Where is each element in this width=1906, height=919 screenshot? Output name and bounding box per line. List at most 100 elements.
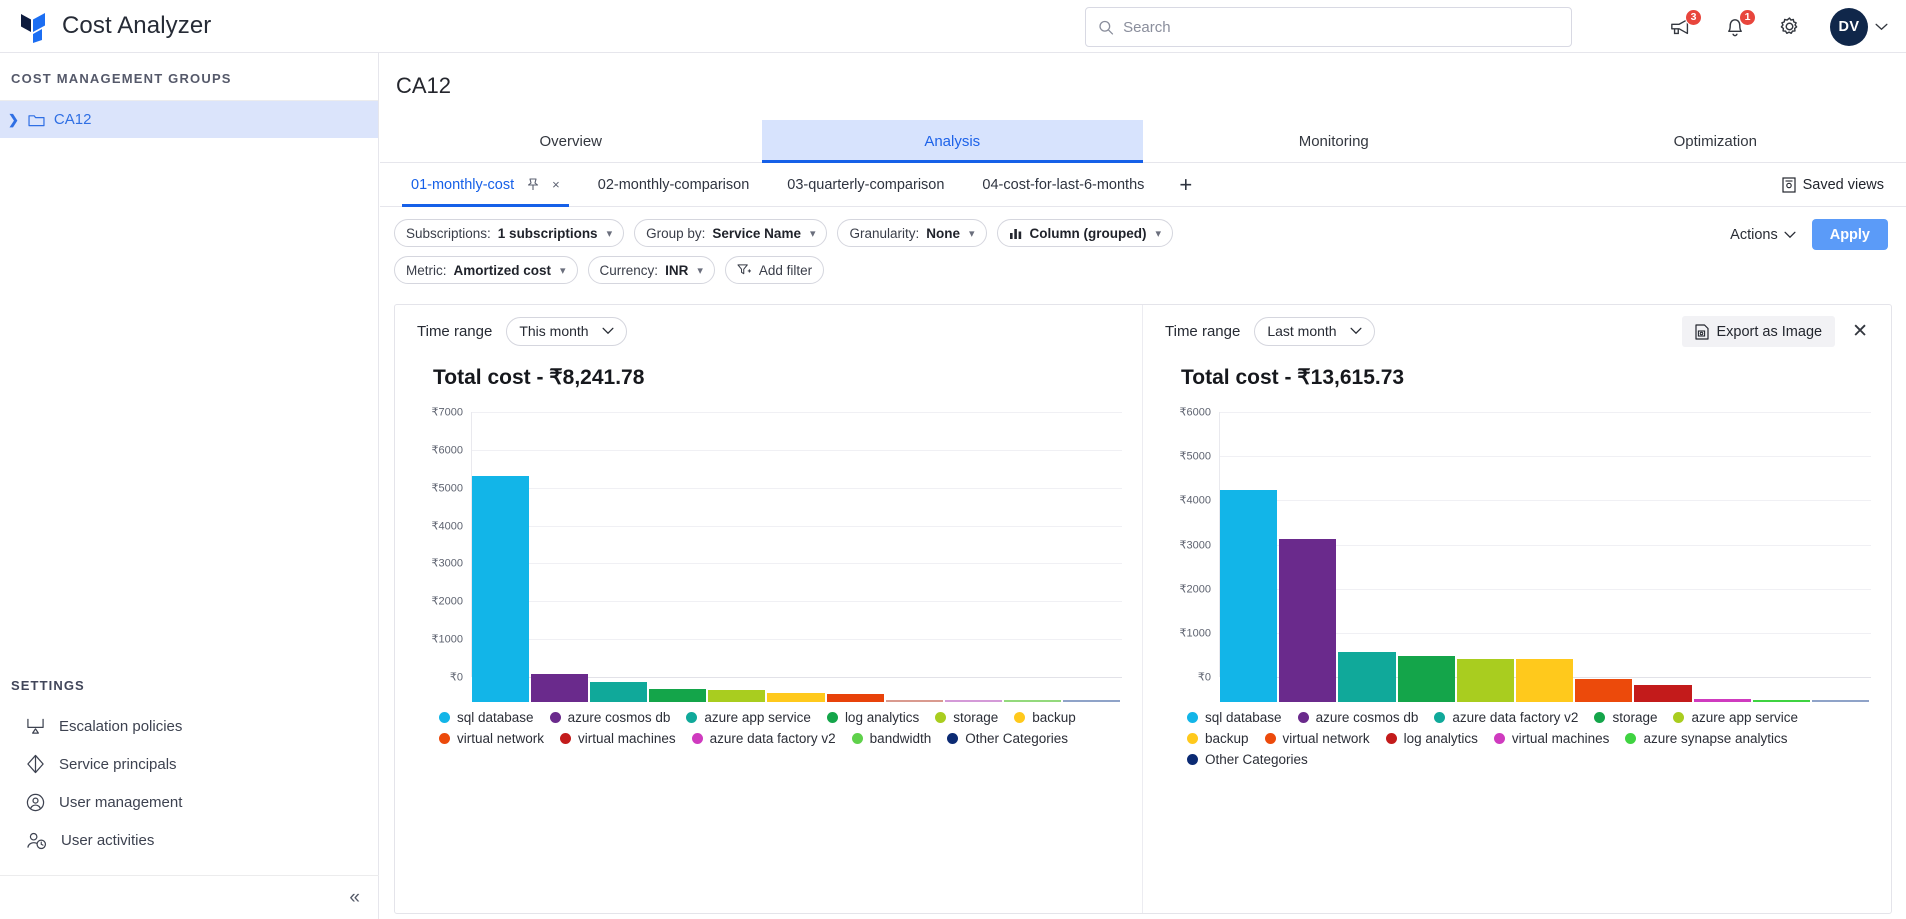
right-plot-area: ₹0 ₹1000 ₹2000 ₹3000 ₹4000 ₹5000 ₹6000 <box>1165 407 1871 702</box>
legend-item[interactable]: virtual network <box>1264 731 1370 746</box>
settings-button[interactable] <box>1776 14 1802 40</box>
export-image-icon <box>1694 323 1709 340</box>
legend-item[interactable]: bandwidth <box>851 731 931 746</box>
export-as-image-button[interactable]: Export as Image <box>1681 316 1836 347</box>
view-tab-03-quarterly-comparison[interactable]: 03-quarterly-comparison <box>768 163 963 207</box>
view-tab-01-monthly-cost[interactable]: 01-monthly-cost × <box>392 163 579 207</box>
apply-button[interactable]: Apply <box>1811 219 1888 250</box>
chart-bar[interactable] <box>1003 700 1061 702</box>
view-tab-04-cost-for-last-6-months[interactable]: 04-cost-for-last-6-months <box>963 163 1163 207</box>
chevron-right-icon[interactable]: ❯ <box>8 112 19 128</box>
close-panel-icon[interactable]: ✕ <box>1843 320 1877 343</box>
chart-bar[interactable] <box>1338 651 1396 702</box>
legend-item[interactable]: virtual machines <box>560 731 676 746</box>
chart-bar[interactable] <box>472 476 530 702</box>
sidebar-item-user-activities[interactable]: User activities <box>0 821 379 859</box>
legend-item[interactable]: azure cosmos db <box>1297 710 1418 725</box>
legend-item[interactable]: Other Categories <box>1187 752 1308 767</box>
actions-dropdown[interactable]: Actions <box>1730 227 1796 243</box>
chart-bar[interactable] <box>1397 655 1455 702</box>
sidebar-item-service-principals[interactable]: Service principals <box>0 745 379 783</box>
notifications-button[interactable]: 1 <box>1722 8 1756 40</box>
legend-item[interactable]: azure cosmos db <box>549 710 670 725</box>
y-axis-tick-label: ₹5000 <box>431 482 463 495</box>
chart-bar[interactable] <box>590 682 648 702</box>
view-tab-02-monthly-comparison[interactable]: 02-monthly-comparison <box>579 163 769 207</box>
legend-color-swatch <box>935 712 947 723</box>
chart-bar[interactable] <box>649 688 707 702</box>
filter-metric[interactable]: Metric: Amortized cost ▾ <box>394 256 578 284</box>
filter-value: None <box>926 225 961 241</box>
sidebar-item-label: Service principals <box>59 755 177 773</box>
chart-bar[interactable] <box>1634 685 1692 702</box>
sidebar-item-escalation-policies[interactable]: Escalation policies <box>0 707 379 745</box>
left-plot-area: ₹0 ₹1000 ₹2000 ₹3000 ₹4000 ₹5000 ₹6000 ₹7000 <box>417 407 1122 702</box>
legend-label: backup <box>1205 731 1249 746</box>
chart-bar[interactable] <box>1220 490 1278 702</box>
tab-monitoring[interactable]: Monitoring <box>1143 120 1525 162</box>
add-view-tab-button[interactable]: + <box>1163 172 1208 198</box>
collapse-double-chevron-icon[interactable]: « <box>349 887 359 909</box>
chart-bar[interactable] <box>531 674 589 702</box>
y-axis-tick-label: ₹5000 <box>1179 450 1211 463</box>
legend-color-swatch <box>691 733 703 744</box>
tab-analysis[interactable]: Analysis <box>761 120 1143 163</box>
legend-item[interactable]: virtual network <box>439 731 544 746</box>
chart-bar[interactable] <box>767 693 825 702</box>
filter-currency[interactable]: Currency: INR ▾ <box>587 256 715 284</box>
legend-item[interactable]: azure synapse analytics <box>1625 731 1788 746</box>
app-logo[interactable] <box>6 9 62 43</box>
legend-item[interactable]: backup <box>1187 731 1249 746</box>
close-icon[interactable]: × <box>552 177 560 192</box>
legend-color-swatch <box>560 733 572 744</box>
legend-item[interactable]: sql database <box>1187 710 1282 725</box>
add-filter-button[interactable]: Add filter <box>724 256 825 284</box>
chart-bar[interactable] <box>944 700 1002 702</box>
search-box[interactable] <box>1085 7 1572 47</box>
search-input[interactable] <box>1123 18 1559 36</box>
view-tab-label: 02-monthly-comparison <box>597 176 750 193</box>
tab-overview[interactable]: Overview <box>380 120 762 162</box>
chart-bar[interactable] <box>826 693 884 702</box>
chart-bar[interactable] <box>885 700 943 702</box>
time-range-select-left[interactable]: This month <box>506 316 627 346</box>
legend-item[interactable]: azure app service <box>686 710 811 725</box>
user-menu[interactable]: DV <box>1830 7 1888 46</box>
sidebar-item-user-management[interactable]: User management <box>0 783 379 821</box>
filter-prefix: Currency: <box>599 262 659 278</box>
legend-item[interactable]: azure data factory v2 <box>691 731 836 746</box>
legend-item[interactable]: Other Categories <box>947 731 1068 746</box>
legend-item[interactable]: virtual machines <box>1493 731 1609 746</box>
filter-granularity[interactable]: Granularity: None ▾ <box>837 219 987 247</box>
chart-bar[interactable] <box>708 690 766 702</box>
sidebar-item-ca12[interactable]: ❯ CA12 <box>0 101 378 138</box>
legend-item[interactable]: log analytics <box>826 710 919 725</box>
announcements-button[interactable]: 3 <box>1668 8 1702 40</box>
tab-optimization[interactable]: Optimization <box>1525 120 1906 162</box>
y-axis-tick-label: ₹6000 <box>1179 406 1211 419</box>
filter-bar: Subscriptions: 1 subscriptions ▾ Group b… <box>380 207 1906 294</box>
legend-item[interactable]: sql database <box>439 710 534 725</box>
filter-group-by[interactable]: Group by: Service Name ▾ <box>634 219 828 247</box>
legend-label: storage <box>1612 710 1658 725</box>
chart-bar[interactable] <box>1693 698 1751 702</box>
chart-bar[interactable] <box>1062 700 1121 702</box>
chart-bar[interactable] <box>1279 539 1337 702</box>
legend-item[interactable]: azure app service <box>1673 710 1798 725</box>
filter-subscriptions[interactable]: Subscriptions: 1 subscriptions ▾ <box>394 219 625 247</box>
legend-item[interactable]: backup <box>1014 710 1076 725</box>
legend-item[interactable]: storage <box>935 710 998 725</box>
chart-bar[interactable] <box>1811 700 1870 702</box>
legend-label: log analytics <box>1403 731 1478 746</box>
chart-bar[interactable] <box>1752 700 1810 702</box>
filter-chart-type[interactable]: Column (grouped) ▾ <box>996 219 1174 247</box>
chart-bar[interactable] <box>1456 658 1514 702</box>
legend-item[interactable]: log analytics <box>1385 731 1478 746</box>
chart-bar[interactable] <box>1515 658 1574 702</box>
time-range-select-right[interactable]: Last month <box>1254 316 1375 346</box>
legend-item[interactable]: azure data factory v2 <box>1434 710 1578 725</box>
pin-icon[interactable] <box>527 178 539 191</box>
saved-views-button[interactable]: Saved views <box>1781 177 1884 193</box>
legend-item[interactable]: storage <box>1594 710 1657 725</box>
chart-bar[interactable] <box>1575 678 1633 702</box>
